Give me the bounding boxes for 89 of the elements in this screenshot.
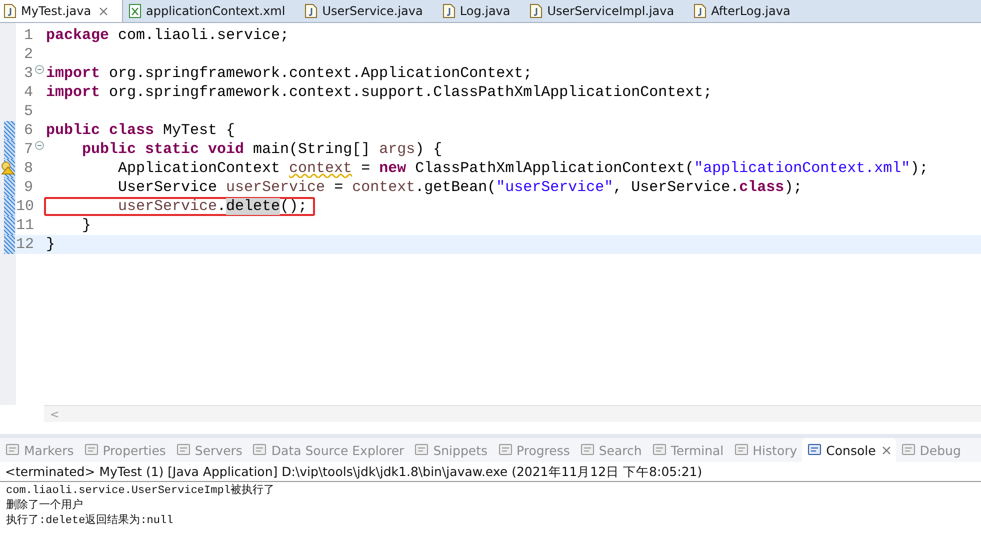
tab-label: UserService.java bbox=[322, 4, 423, 18]
tab-label: History bbox=[752, 442, 798, 458]
code-text: ApplicationContext context = new ClassPathXmlApplicationContext("applicationContext.xml"); bbox=[117, 159, 930, 178]
tab-label: Console bbox=[826, 442, 876, 458]
view-tab[interactable]: Console bbox=[802, 438, 896, 462]
code-text: package com.liaoli.service; bbox=[45, 26, 290, 45]
console-output-line: 执行了:delete返回结果为:null bbox=[6, 514, 174, 529]
view-tab[interactable]: Progress bbox=[492, 438, 575, 462]
view-icon bbox=[580, 443, 596, 457]
fold-icon[interactable] bbox=[35, 65, 44, 74]
view-tab[interactable]: Snippets bbox=[409, 438, 493, 462]
tab-label: Terminal bbox=[670, 442, 724, 458]
change-marker bbox=[4, 197, 15, 216]
editor-tab[interactable]: UserService.java bbox=[299, 0, 437, 22]
tab-label: UserServiceImpl.java bbox=[547, 4, 674, 18]
tab-label: Markers bbox=[24, 442, 74, 458]
line-number: 1 bbox=[22, 27, 33, 44]
line-number: 7 bbox=[22, 141, 33, 158]
tab-label: applicationContext.xml bbox=[146, 4, 286, 18]
view-tab[interactable]: Properties bbox=[78, 438, 171, 462]
editor-tab[interactable]: applicationContext.xml bbox=[123, 0, 300, 22]
code-text: } bbox=[81, 216, 92, 235]
xml-file-icon bbox=[129, 4, 142, 18]
view-tab[interactable]: Search bbox=[574, 438, 647, 462]
java-file-icon bbox=[694, 4, 706, 18]
tab-label: Progress bbox=[516, 442, 570, 458]
tab-label: MyTest.java bbox=[21, 4, 92, 18]
java-file-icon bbox=[305, 4, 318, 18]
line-number: 2 bbox=[22, 46, 33, 63]
warning-bulb-icon[interactable] bbox=[1, 161, 15, 175]
code-text: import org.springframework.context.ApplicationContext; bbox=[45, 64, 534, 83]
fold-icon[interactable] bbox=[35, 141, 44, 150]
line-number: 10 bbox=[16, 198, 33, 215]
line-number: 12 bbox=[16, 236, 33, 253]
view-tab[interactable]: Servers bbox=[170, 438, 248, 462]
change-marker bbox=[4, 121, 15, 140]
view-icon bbox=[176, 443, 192, 457]
java-file-icon bbox=[530, 4, 542, 18]
tab-label: Properties bbox=[102, 442, 166, 458]
view-icon bbox=[414, 443, 430, 457]
tab-label: Snippets bbox=[433, 442, 488, 458]
view-icon bbox=[84, 443, 100, 457]
change-marker bbox=[4, 216, 15, 235]
line-number: 6 bbox=[22, 122, 33, 139]
view-tab[interactable]: Data Source Explorer bbox=[247, 438, 410, 462]
console-header: <terminated> MyTest (1) [Java Application] D:\vip\tools\jdk\jdk1.8\bin\javaw.exe (2021年11月12日 下午8:05:21) bbox=[0, 462, 981, 482]
scroll-left-arrow[interactable]: < bbox=[44, 408, 60, 420]
horizontal-scrollbar[interactable]: < bbox=[44, 405, 981, 422]
editor-tab[interactable]: MyTest.java bbox=[0, 0, 124, 22]
view-tab[interactable]: Terminal bbox=[646, 438, 729, 462]
line-number: 11 bbox=[16, 217, 33, 234]
line-number: 5 bbox=[22, 103, 33, 120]
view-icon bbox=[652, 443, 668, 457]
java-file-icon bbox=[442, 4, 455, 18]
close-icon[interactable] bbox=[882, 446, 891, 454]
change-marker bbox=[4, 235, 15, 254]
tab-label: Servers bbox=[194, 442, 242, 458]
tab-label: Search bbox=[598, 442, 642, 458]
editor-tab[interactable]: Log.java bbox=[436, 0, 524, 22]
java-file-icon bbox=[4, 4, 16, 18]
view-tab[interactable]: Debug bbox=[896, 438, 966, 462]
line-number: 8 bbox=[22, 160, 33, 177]
view-tab[interactable]: History bbox=[728, 438, 802, 462]
console-output-line: com.liaoli.service.UserServiceImpl被执行了 bbox=[6, 484, 276, 498]
view-icon bbox=[5, 443, 21, 457]
console-output-line: 删除了一个用户 bbox=[6, 499, 84, 514]
change-marker bbox=[4, 140, 15, 159]
code-text: public static void main(String[] args) { bbox=[81, 140, 444, 159]
tab-label: Log.java bbox=[460, 4, 510, 18]
tab-label: Data Source Explorer bbox=[271, 442, 404, 458]
editor-tab[interactable]: UserServiceImpl.java bbox=[524, 0, 688, 22]
tab-label: Debug bbox=[920, 442, 961, 458]
view-icon bbox=[900, 443, 917, 457]
tab-label: AfterLog.java bbox=[711, 4, 790, 18]
view-icon bbox=[498, 443, 514, 457]
code-text: import org.springframework.context.support.ClassPathXmlApplicationContext; bbox=[45, 83, 714, 102]
view-icon bbox=[807, 443, 824, 457]
code-text: } bbox=[45, 235, 56, 254]
line-number: 9 bbox=[22, 179, 33, 196]
line-number: 3 bbox=[22, 65, 33, 82]
view-icon bbox=[252, 443, 268, 457]
view-icon bbox=[734, 443, 750, 457]
change-marker bbox=[4, 178, 15, 197]
view-tab[interactable]: Markers bbox=[0, 438, 79, 462]
code-text: public class MyTest { bbox=[45, 121, 236, 140]
close-icon[interactable] bbox=[99, 6, 108, 16]
code-text: UserService userService = context.getBean("userService", UserService.class); bbox=[117, 178, 804, 197]
editor-tab[interactable]: AfterLog.java bbox=[688, 0, 804, 22]
line-number: 4 bbox=[22, 84, 33, 101]
